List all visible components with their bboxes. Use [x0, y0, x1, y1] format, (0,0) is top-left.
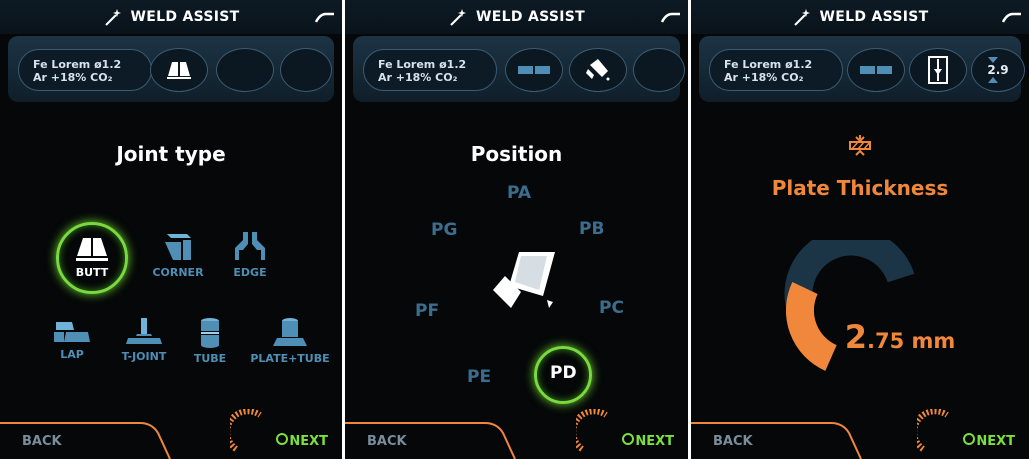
material-line2: Ar +18% CO₂: [378, 71, 458, 84]
footer: BACK NEXT: [691, 409, 1029, 459]
config-bar: Fe Lorem ø1.2 Ar +18% CO₂: [353, 36, 685, 102]
config-bar: Fe Lorem ø1.2 Ar +18% CO₂: [8, 36, 334, 102]
back-button[interactable]: BACK: [22, 434, 62, 449]
plug-icon[interactable]: [660, 10, 682, 24]
butt-joint-icon: [518, 66, 550, 74]
next-indicator: [622, 433, 634, 445]
butt-joint-icon: [167, 62, 191, 79]
thickness-slot[interactable]: [633, 48, 685, 92]
material-line1: Fe Lorem ø1.2: [724, 58, 813, 71]
corner-joint-icon: [165, 234, 191, 260]
material-line2: Ar +18% CO₂: [33, 71, 113, 84]
joint-option-tube[interactable]: TUBE: [170, 316, 250, 365]
plug-icon[interactable]: [314, 10, 336, 24]
joint-option-butt[interactable]: BUTT: [52, 236, 132, 279]
next-button[interactable]: NEXT: [635, 434, 674, 449]
lap-joint-icon: [54, 322, 90, 342]
material-line1: Fe Lorem ø1.2: [33, 58, 122, 71]
footer: BACK NEXT: [0, 409, 342, 459]
back-button[interactable]: BACK: [713, 434, 753, 449]
torch-position-icon: [928, 56, 948, 84]
edge-joint-icon: [235, 232, 265, 260]
tube-icon: [201, 318, 219, 348]
thickness-gauge[interactable]: [783, 240, 923, 380]
joint-option-lap[interactable]: LAP: [32, 318, 112, 361]
thickness-slot[interactable]: [280, 48, 332, 92]
joint-label: TUBE: [193, 352, 227, 365]
thickness-value-rest: .75 mm: [866, 329, 956, 353]
page-title: Position: [470, 142, 563, 166]
thickness-slot[interactable]: 2.9: [971, 48, 1025, 92]
position-pa[interactable]: PA: [507, 183, 531, 203]
position-pg[interactable]: PG: [431, 220, 457, 240]
position-pd[interactable]: PD: [550, 363, 577, 383]
joint-type-screen: WELD ASSIST Fe Lorem ø1.2 Ar +18% CO₂ Jo…: [0, 0, 342, 459]
position-pc[interactable]: PC: [599, 298, 624, 318]
material-line2: Ar +18% CO₂: [724, 71, 804, 84]
position-slot[interactable]: [216, 48, 274, 92]
magic-wand-icon: [104, 9, 121, 26]
next-knob-icon: [576, 409, 608, 452]
torch-position-icon: [493, 252, 555, 308]
joint-option-edge[interactable]: EDGE: [210, 228, 290, 279]
title-bar: WELD ASSIST: [691, 0, 1029, 34]
page-title: Plate Thickness: [771, 176, 949, 200]
thickness-slot-value: 2.9: [987, 63, 1009, 77]
next-indicator: [276, 433, 288, 445]
next-knob-icon: [917, 409, 949, 452]
magic-wand-icon: [793, 9, 810, 26]
joint-label: PLATE+TUBE: [250, 352, 330, 365]
material-button[interactable]: Fe Lorem ø1.2 Ar +18% CO₂: [709, 49, 843, 91]
next-knob-icon: [230, 409, 262, 452]
position-pe[interactable]: PE: [467, 367, 491, 387]
thickness-value: 2.75 mm: [771, 318, 1029, 356]
torch-position-icon: [586, 59, 610, 81]
material-button[interactable]: Fe Lorem ø1.2 Ar +18% CO₂: [363, 49, 497, 91]
position-slot[interactable]: [909, 48, 967, 92]
joint-type-slot[interactable]: [847, 48, 905, 92]
position-pf[interactable]: PF: [415, 301, 439, 321]
plug-icon[interactable]: [1001, 10, 1023, 24]
footer: BACK NEXT: [345, 409, 688, 459]
joint-type-slot[interactable]: [150, 48, 208, 92]
butt-joint-icon: [76, 238, 108, 261]
title-bar: WELD ASSIST: [345, 0, 688, 34]
t-joint-icon: [126, 318, 162, 344]
plate-thickness-screen: WELD ASSIST Fe Lorem ø1.2 Ar +18% CO₂ 2.…: [691, 0, 1029, 459]
back-button[interactable]: BACK: [367, 434, 407, 449]
joint-label: EDGE: [233, 266, 267, 279]
position-pb[interactable]: PB: [579, 219, 604, 239]
next-button[interactable]: NEXT: [976, 434, 1015, 449]
app-title: WELD ASSIST: [130, 9, 240, 25]
app-title: WELD ASSIST: [476, 9, 585, 25]
thickness-value-int: 2: [844, 318, 867, 356]
position-slot[interactable]: [569, 48, 627, 92]
joint-option-plate-tube[interactable]: PLATE+TUBE: [244, 316, 336, 365]
title-bar: WELD ASSIST: [0, 0, 342, 34]
arrow-up-icon: [988, 77, 999, 83]
butt-joint-icon: [860, 66, 892, 74]
material-line1: Fe Lorem ø1.2: [378, 58, 467, 71]
config-bar: Fe Lorem ø1.2 Ar +18% CO₂ 2.9: [699, 36, 1025, 102]
position-screen: WELD ASSIST Fe Lorem ø1.2 Ar +18% CO₂ Po…: [345, 0, 688, 459]
joint-label: CORNER: [152, 266, 204, 279]
page-title: Joint type: [116, 142, 226, 166]
joint-label: BUTT: [75, 266, 109, 279]
plate-tube-icon: [273, 318, 307, 346]
joint-option-corner[interactable]: CORNER: [138, 228, 218, 279]
app-title: WELD ASSIST: [819, 9, 929, 25]
magic-wand-icon: [450, 9, 467, 26]
joint-label: LAP: [60, 348, 84, 361]
material-button[interactable]: Fe Lorem ø1.2 Ar +18% CO₂: [18, 49, 152, 91]
next-indicator: [963, 433, 975, 445]
joint-type-slot[interactable]: [505, 48, 563, 92]
thickness-icon: [849, 135, 871, 156]
next-button[interactable]: NEXT: [289, 434, 328, 449]
